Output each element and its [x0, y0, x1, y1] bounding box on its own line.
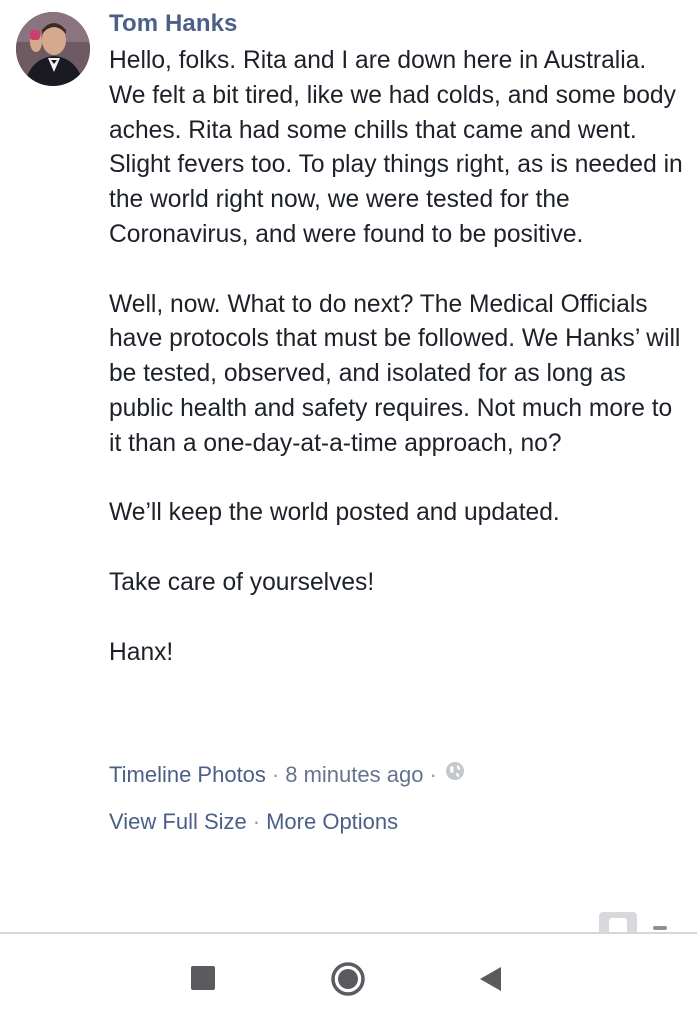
- post-paragraph: Hanx!: [109, 638, 174, 666]
- reaction-thumbnail[interactable]: [599, 912, 637, 932]
- post-actions: View Full Size · More Options: [109, 809, 398, 835]
- separator: ·: [252, 809, 261, 834]
- system-navigation-bar: [0, 932, 697, 1026]
- globe-icon[interactable]: [445, 761, 465, 787]
- circle-home-icon: [331, 962, 365, 996]
- avatar[interactable]: [16, 12, 90, 86]
- triangle-back-icon: [480, 967, 501, 991]
- post-paragraph: Take care of yourselves!: [109, 568, 375, 596]
- timestamp-link[interactable]: 8 minutes ago: [285, 762, 423, 787]
- home-button[interactable]: [308, 934, 388, 1024]
- recents-button[interactable]: [163, 934, 243, 1024]
- post-paragraph: Well, now. What to do next? The Medical …: [109, 290, 681, 457]
- post-body: Hello, folks. Rita and I are down here i…: [109, 44, 689, 705]
- post-paragraph: Hello, folks. Rita and I are down here i…: [109, 47, 683, 248]
- author-name[interactable]: Tom Hanks: [109, 10, 237, 38]
- post-paragraph: We’ll keep the world posted and updated.: [109, 499, 560, 527]
- view-full-size-link[interactable]: View Full Size: [109, 809, 247, 834]
- back-button[interactable]: [450, 934, 530, 1024]
- album-link[interactable]: Timeline Photos: [109, 762, 266, 787]
- square-icon: [191, 966, 215, 990]
- post-meta: Timeline Photos · 8 minutes ago ·: [109, 762, 465, 789]
- separator: ·: [429, 762, 437, 787]
- profile-photo: [16, 12, 90, 86]
- chevron-down-icon[interactable]: [653, 926, 667, 930]
- more-options-link[interactable]: More Options: [266, 809, 398, 834]
- separator: ·: [271, 762, 280, 787]
